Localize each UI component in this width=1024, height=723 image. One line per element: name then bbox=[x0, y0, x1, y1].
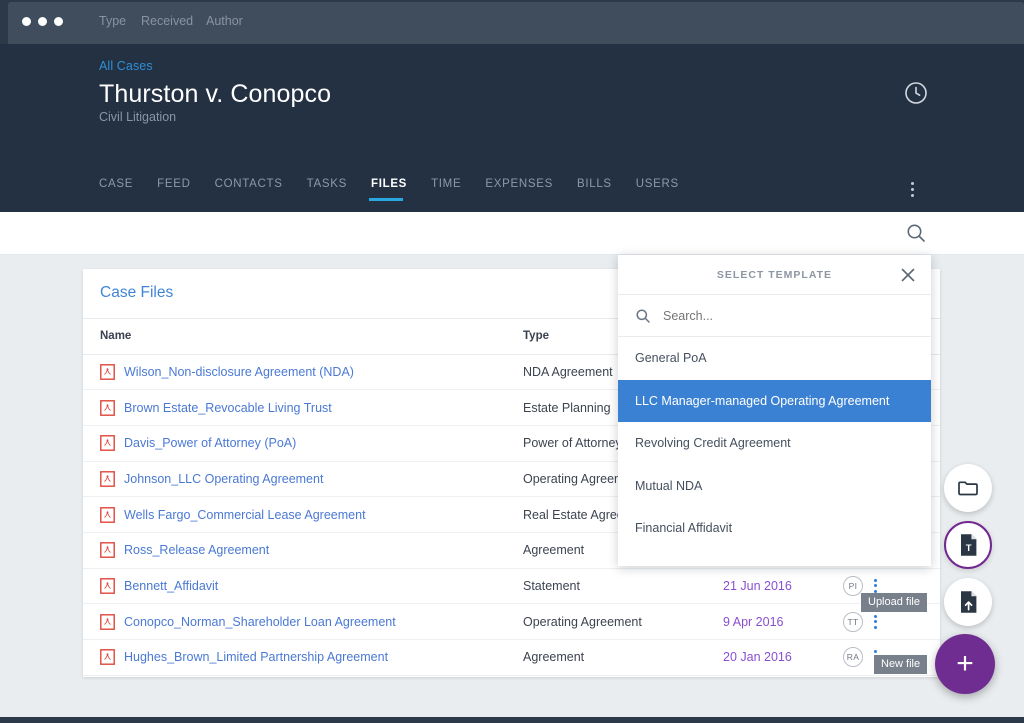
filter-author[interactable]: Author bbox=[206, 14, 243, 28]
case-nav-tabs[interactable]: CASE FEED CONTACTS TASKS FILES TIME EXPENSES BI… bbox=[99, 178, 703, 201]
template-fab[interactable]: T bbox=[944, 521, 992, 569]
clock-icon[interactable] bbox=[903, 80, 929, 106]
tab-files[interactable]: FILES bbox=[368, 178, 419, 201]
avatar[interactable]: RA bbox=[843, 647, 863, 668]
file-name-cell: Johnson_LLC Operating Agreement bbox=[83, 461, 523, 498]
row-kebab-icon[interactable] bbox=[874, 614, 877, 629]
file-link[interactable]: Hughes_Brown_Limited Partnership Agreeme… bbox=[124, 650, 388, 664]
received-date: 21 Jun 2016 bbox=[723, 578, 792, 593]
svg-text:T: T bbox=[965, 543, 971, 554]
tooltip-new-file: New file bbox=[874, 655, 928, 674]
folder-icon bbox=[958, 481, 978, 496]
app-window: All Cases Thurston v. Conopco Civil Liti… bbox=[0, 0, 1024, 723]
pdf-icon bbox=[100, 435, 115, 452]
file-type-cell: Agreement bbox=[523, 639, 723, 676]
filter-type[interactable]: Type bbox=[99, 14, 126, 28]
file-type-cell: Statement bbox=[523, 568, 723, 605]
pdf-icon bbox=[100, 363, 115, 380]
breadcrumb-all-cases[interactable]: All Cases bbox=[99, 59, 153, 73]
tab-tasks[interactable]: TASKS bbox=[307, 178, 359, 201]
file-name-cell: Conopco_Norman_Shareholder Loan Agreemen… bbox=[83, 603, 523, 640]
tab-contacts[interactable]: CONTACTS bbox=[215, 178, 295, 201]
tab-users[interactable]: USERS bbox=[636, 178, 691, 201]
file-name-cell: Ross_Release Agreement bbox=[83, 532, 523, 569]
page-title: Thurston v. Conopco bbox=[99, 80, 332, 108]
tab-bills[interactable]: BILLS bbox=[577, 178, 624, 201]
pdf-icon bbox=[100, 578, 115, 594]
filter-bar bbox=[0, 212, 1024, 255]
file-link[interactable]: Bennett_Affidavit bbox=[124, 579, 218, 593]
close-icon[interactable] bbox=[899, 266, 917, 284]
file-date-cell: 9 Apr 2016 bbox=[723, 603, 843, 640]
file-date-cell: 21 Jun 2016 bbox=[723, 568, 843, 605]
template-item[interactable]: Financial Affidavit bbox=[618, 507, 931, 550]
template-item[interactable]: General PoA bbox=[618, 337, 931, 380]
file-date-cell: 20 Jan 2016 bbox=[723, 639, 843, 676]
file-link[interactable]: Brown Estate_Revocable Living Trust bbox=[124, 401, 332, 415]
file-link[interactable]: Conopco_Norman_Shareholder Loan Agreemen… bbox=[124, 615, 396, 629]
table-row[interactable]: Conopco_Norman_Shareholder Loan Agreemen… bbox=[83, 603, 940, 640]
file-name-cell: Wilson_Non-disclosure Agreement (NDA) bbox=[83, 354, 523, 391]
avatar[interactable]: TT bbox=[843, 611, 863, 632]
document-template-icon: T bbox=[960, 534, 976, 556]
file-name-cell: Wells Fargo_Commercial Lease Agreement bbox=[83, 496, 523, 533]
tab-expenses[interactable]: EXPENSES bbox=[485, 178, 565, 201]
tab-case[interactable]: CASE bbox=[99, 178, 145, 201]
case-subtitle: Civil Litigation bbox=[99, 110, 177, 124]
window-controls[interactable] bbox=[22, 17, 63, 26]
row-kebab-icon[interactable] bbox=[874, 578, 877, 593]
modal-title: SELECT TEMPLATE bbox=[716, 269, 833, 281]
file-link[interactable]: Johnson_LLC Operating Agreement bbox=[124, 472, 323, 486]
search-icon[interactable] bbox=[905, 222, 927, 244]
column-header-name[interactable]: Name bbox=[83, 319, 523, 355]
pdf-icon bbox=[100, 506, 115, 523]
received-date: 9 Apr 2016 bbox=[723, 614, 784, 629]
folder-fab[interactable] bbox=[944, 464, 992, 512]
received-date: 20 Jan 2016 bbox=[723, 650, 792, 665]
template-item[interactable]: Revolving Credit Agreement bbox=[618, 422, 931, 465]
modal-search-row[interactable] bbox=[618, 295, 931, 337]
search-icon bbox=[635, 308, 651, 324]
template-item[interactable]: Mutual NDA bbox=[618, 465, 931, 508]
file-name-cell: Hughes_Brown_Limited Partnership Agreeme… bbox=[83, 639, 523, 676]
template-item[interactable]: LLC Manager-managed Operating Agreement bbox=[618, 379, 931, 422]
template-list: General PoA LLC Manager-managed Operating… bbox=[618, 337, 931, 550]
file-link[interactable]: Wilson_Non-disclosure Agreement (NDA) bbox=[124, 365, 354, 379]
filter-received[interactable]: Received bbox=[141, 14, 193, 28]
kebab-menu-icon[interactable] bbox=[911, 182, 914, 197]
pdf-icon bbox=[100, 613, 115, 630]
add-fab[interactable]: + bbox=[935, 634, 995, 694]
file-type-cell: Operating Agreement bbox=[523, 603, 723, 640]
file-name-cell: Bennett_Affidavit bbox=[83, 568, 523, 605]
pdf-icon bbox=[100, 649, 115, 666]
plus-icon: + bbox=[956, 647, 974, 680]
tooltip-upload-file: Upload file bbox=[861, 593, 927, 612]
file-name-cell: Davis_Power of Attorney (PoA) bbox=[83, 425, 523, 462]
file-link[interactable]: Davis_Power of Attorney (PoA) bbox=[124, 436, 296, 450]
avatar[interactable]: PI bbox=[843, 575, 863, 596]
tab-time[interactable]: TIME bbox=[431, 178, 473, 201]
document-upload-icon bbox=[960, 591, 976, 613]
table-row[interactable]: Hughes_Brown_Limited Partnership Agreeme… bbox=[83, 639, 940, 676]
card-title: Case Files bbox=[100, 284, 174, 301]
file-link[interactable]: Wells Fargo_Commercial Lease Agreement bbox=[124, 508, 366, 522]
modal-header: SELECT TEMPLATE bbox=[618, 255, 931, 295]
window-dot-2[interactable] bbox=[38, 17, 47, 26]
file-name-cell: Brown Estate_Revocable Living Trust bbox=[83, 389, 523, 426]
pdf-icon bbox=[100, 471, 115, 487]
window-dot-1[interactable] bbox=[22, 17, 31, 26]
tab-feed[interactable]: FEED bbox=[157, 178, 202, 201]
upload-fab[interactable] bbox=[944, 578, 992, 626]
pdf-icon bbox=[100, 399, 115, 416]
pdf-icon bbox=[100, 542, 115, 559]
select-template-modal: SELECT TEMPLATE General PoALLC Manager-m… bbox=[618, 255, 931, 566]
window-dot-3[interactable] bbox=[54, 17, 63, 26]
table-row[interactable]: Bennett_Affidavit Statement 21 Jun 2016 PI bbox=[83, 568, 940, 605]
file-link[interactable]: Ross_Release Agreement bbox=[124, 543, 269, 557]
template-search-input[interactable] bbox=[663, 308, 863, 323]
